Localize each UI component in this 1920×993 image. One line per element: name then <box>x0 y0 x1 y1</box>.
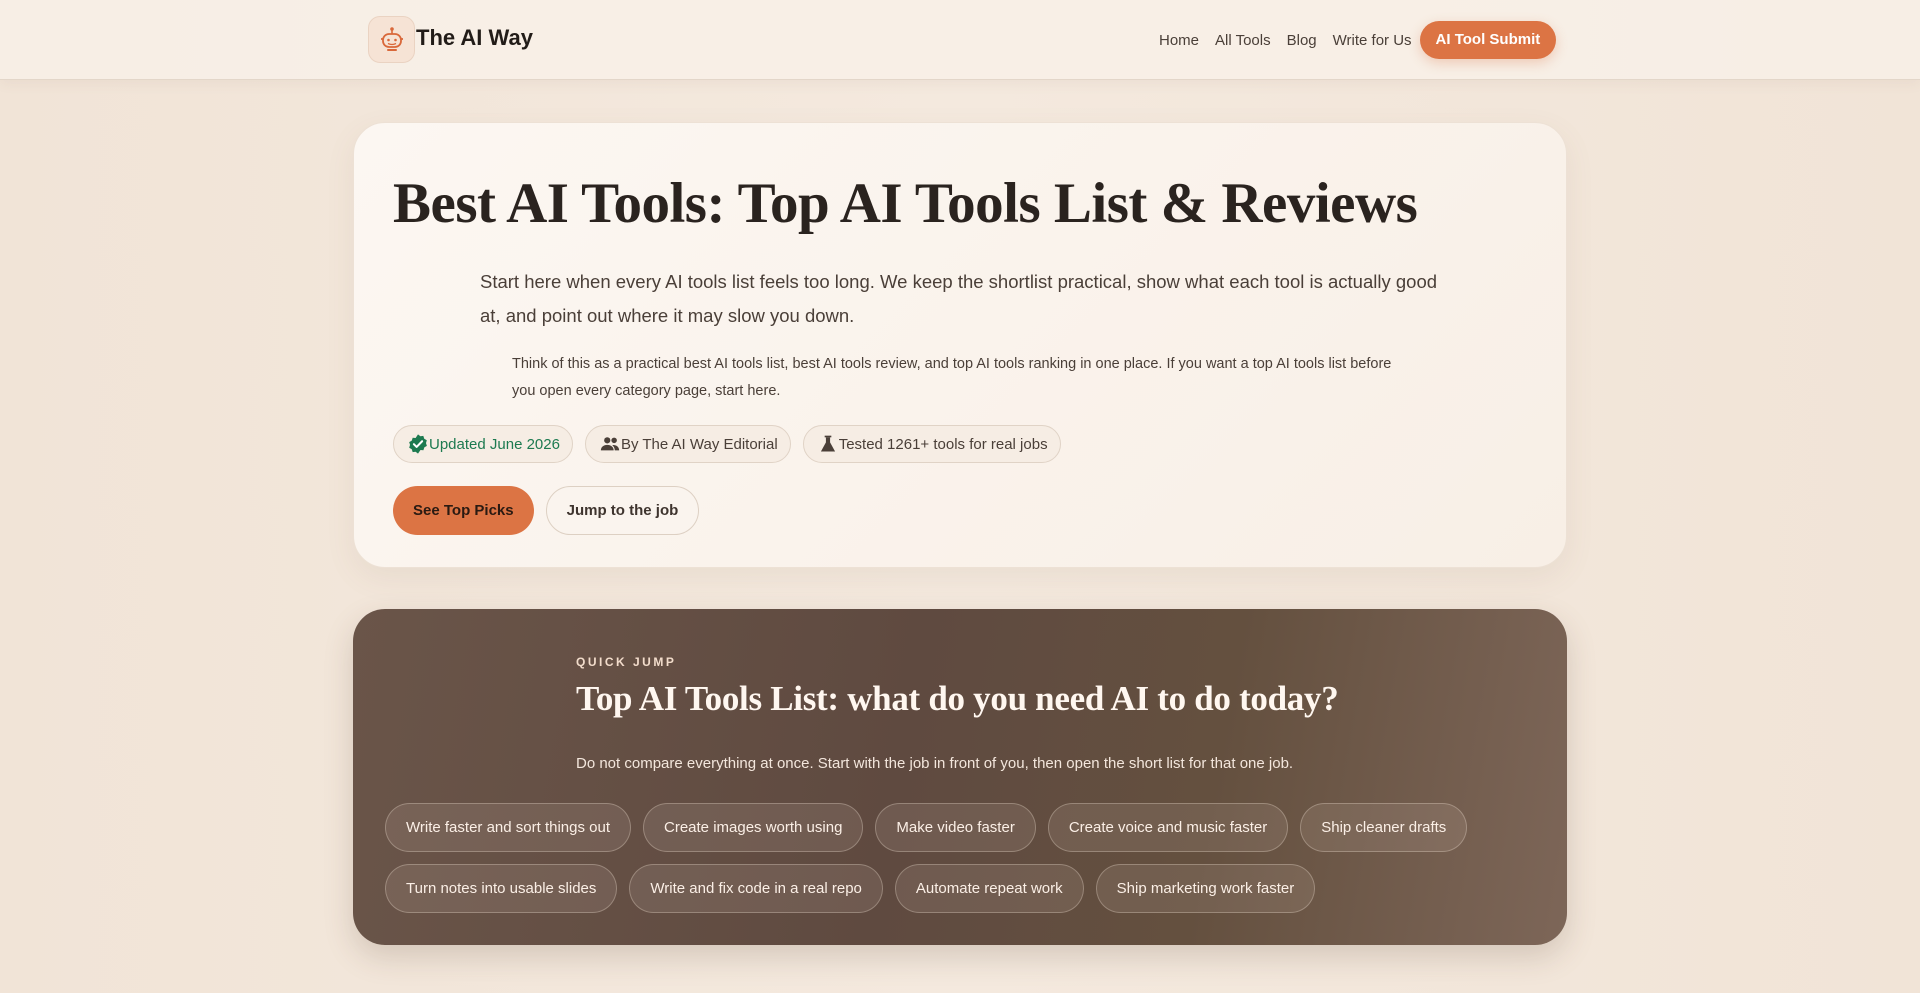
hero-subtext: Think of this as a practical best AI too… <box>512 356 1392 399</box>
hero-lead: Start here when every AI tools list feel… <box>480 271 1438 326</box>
people-icon <box>599 433 621 455</box>
hero-actions: See Top Picks Jump to the job <box>393 486 700 535</box>
verified-check-icon <box>407 433 429 455</box>
tested-badge: Tested 1261+ tools for real jobs <box>802 425 1061 463</box>
meta-badges: Updated June 2026 By The AI Way Editoria… <box>393 425 1061 463</box>
chip-notes-slides[interactable]: Turn notes into usable slides <box>385 864 618 913</box>
nav-home[interactable]: Home <box>1159 32 1199 49</box>
see-top-picks-button[interactable]: See Top Picks <box>393 486 534 535</box>
job-chips: Write faster and sort things out Create … <box>385 803 1545 913</box>
nav-blog[interactable]: Blog <box>1287 32 1317 49</box>
robot-icon[interactable] <box>368 16 415 63</box>
chip-automate-work[interactable]: Automate repeat work <box>894 864 1084 913</box>
chip-create-images[interactable]: Create images worth using <box>643 803 864 852</box>
chip-write-faster[interactable]: Write faster and sort things out <box>385 803 631 852</box>
quick-jump-section: QUICK JUMP Top AI Tools List: what do yo… <box>353 609 1567 945</box>
quick-jump-description: Do not compare everything at once. Start… <box>576 755 1294 772</box>
chip-cleaner-drafts[interactable]: Ship cleaner drafts <box>1300 803 1468 852</box>
quick-jump-title: Top AI Tools List: what do you need AI t… <box>576 679 1339 718</box>
jump-to-job-button[interactable]: Jump to the job <box>545 486 700 535</box>
chip-make-video[interactable]: Make video faster <box>875 803 1036 852</box>
author-label: By The AI Way Editorial <box>620 435 778 453</box>
page-title: Best AI Tools: Top AI Tools List & Revie… <box>393 172 1418 235</box>
tested-label: Tested 1261+ tools for real jobs <box>838 435 1048 453</box>
chip-marketing-work[interactable]: Ship marketing work faster <box>1095 864 1316 913</box>
chip-voice-music[interactable]: Create voice and music faster <box>1047 803 1289 852</box>
brand-name[interactable]: The AI Way <box>416 25 533 51</box>
nav-all-tools[interactable]: All Tools <box>1215 32 1271 49</box>
chip-write-code[interactable]: Write and fix code in a real repo <box>629 864 883 913</box>
quick-jump-eyebrow: QUICK JUMP <box>576 655 677 669</box>
updated-badge: Updated June 2026 <box>393 425 573 463</box>
nav-write-for-us[interactable]: Write for Us <box>1333 32 1412 49</box>
author-badge: By The AI Way Editorial <box>584 425 791 463</box>
site-header: The AI Way Home All Tools Blog Write for… <box>0 0 1920 80</box>
updated-label: Updated June 2026 <box>429 435 560 453</box>
ai-tool-submit-button[interactable]: AI Tool Submit <box>1419 21 1557 59</box>
hero-card: Best AI Tools: Top AI Tools List & Revie… <box>353 122 1567 568</box>
flask-icon <box>817 433 839 455</box>
main-nav: Home All Tools Blog Write for Us AI Tool… <box>1159 21 1557 59</box>
